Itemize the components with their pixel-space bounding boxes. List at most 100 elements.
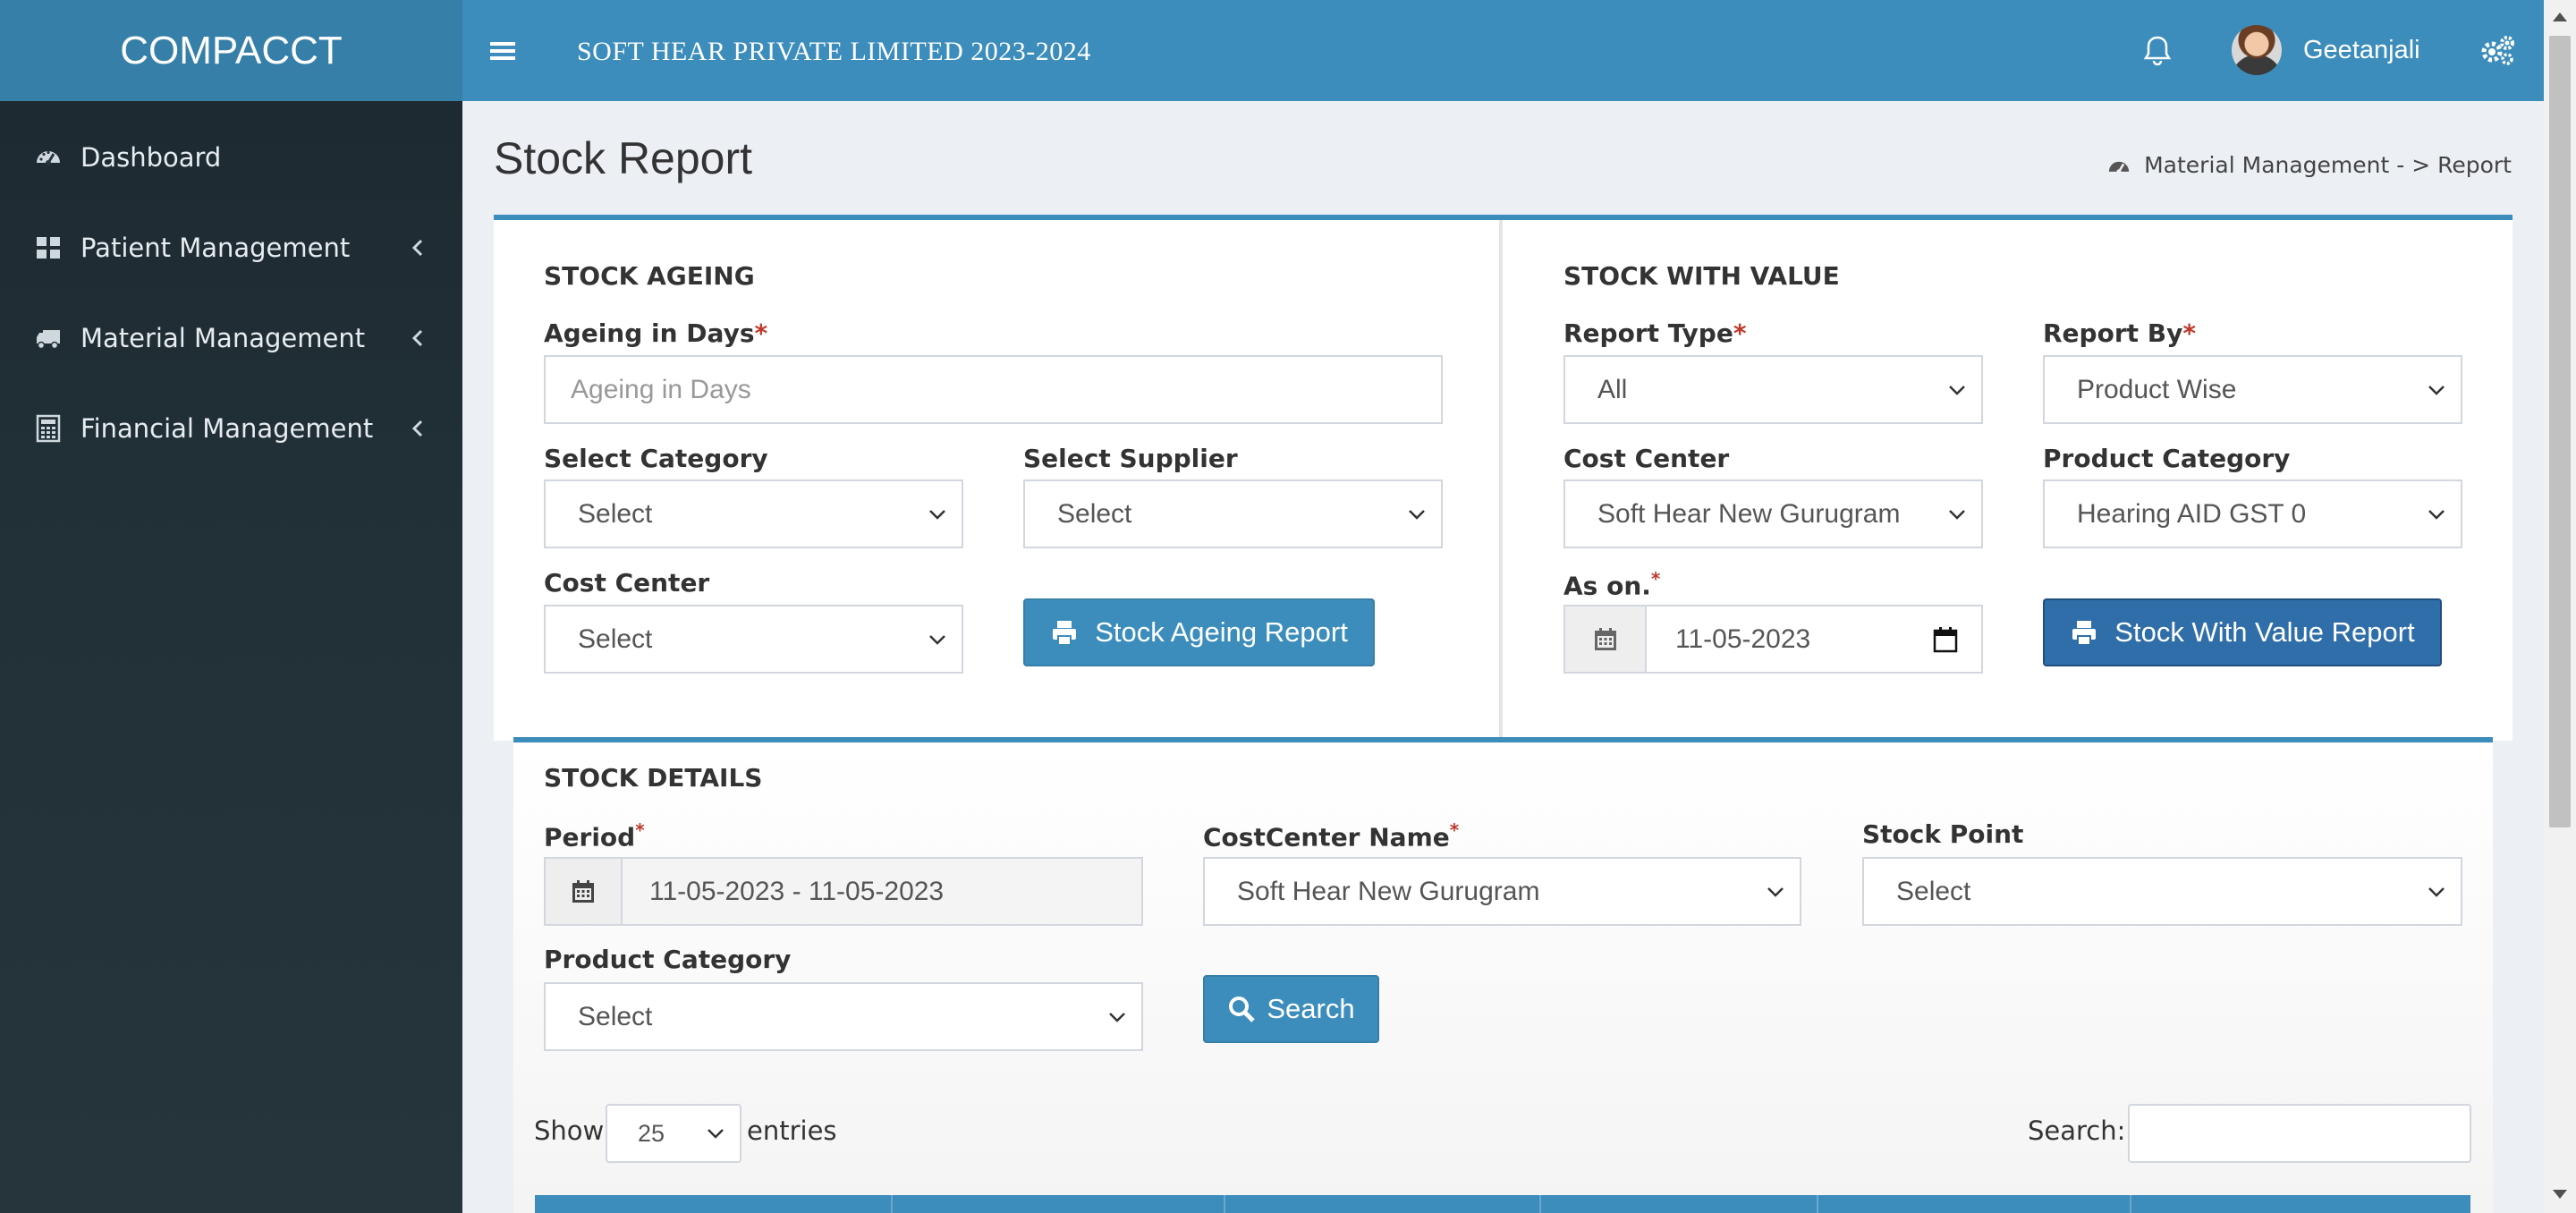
calculator-icon [36,414,61,442]
details-product-category-select[interactable]: Select [544,982,1143,1051]
breadcrumb-text[interactable]: Material Management - > Report [2144,152,2512,178]
chevron-down-icon [1409,509,1425,520]
top-navbar: SOFT HEAR PRIVATE LIMITED 2023-2024 Geet… [462,0,2544,101]
button-label: Search [1267,993,1355,1024]
print-icon [2072,621,2097,646]
product-category-label: Product Category [2043,444,2291,473]
sidebar-item-label: Dashboard [80,141,222,173]
select-value: Select [578,498,653,529]
select-supplier-label: Select Supplier [1023,444,1238,473]
details-cost-center-select[interactable]: Soft Hear New Gurugram [1203,857,1801,926]
value-cost-center-select[interactable]: Soft Hear New Gurugram [1563,479,1983,548]
entries-per-page-select[interactable]: 25 [606,1104,741,1163]
period-label: Period* [544,819,645,852]
chevron-down-icon [708,1129,724,1139]
gears-icon[interactable] [2479,34,2515,66]
stock-with-value-title: STOCK WITH VALUE [1563,261,1840,291]
select-value: 25 [638,1119,665,1147]
stock-point-select[interactable]: Select [1862,857,2462,926]
calendar-icon [1594,627,1616,650]
select-value: Select [1057,498,1132,529]
stock-ageing-title: STOCK AGEING [544,261,755,291]
hamburger-menu-icon[interactable] [489,38,516,64]
scrollbar-thumb[interactable] [2549,36,2571,827]
breadcrumb: Material Management - > Report [2106,152,2512,178]
chevron-down-icon [1949,385,1965,395]
ageing-cost-center-select[interactable]: Select [544,605,963,674]
avatar[interactable] [2232,25,2282,75]
scroll-up-arrow[interactable] [2553,13,2567,21]
stock-point-label: Stock Point [1862,819,2024,849]
report-by-select[interactable]: Product Wise [2043,355,2462,424]
column-separator [1224,1195,1225,1213]
ageing-days-input[interactable]: Ageing in Days [544,355,1443,424]
chevron-down-icon [1767,886,1784,897]
sidebar-item-label: Material Management [80,322,366,353]
calendar-addon [1563,605,1647,674]
user-name[interactable]: Geetanjali [2303,0,2420,101]
table-header [535,1195,2470,1213]
button-label: Stock Ageing Report [1095,616,1348,648]
chevron-down-icon [1109,1012,1125,1022]
calendar-icon [572,879,594,903]
column-separator [1817,1195,1818,1213]
chevron-down-icon [2428,886,2445,897]
select-value: Hearing AID GST 0 [2077,498,2307,529]
sidebar-item-dashboard[interactable]: Dashboard [0,112,462,202]
stock-with-value-report-button[interactable]: Stock With Value Report [2043,598,2442,666]
scroll-down-arrow[interactable] [2553,1190,2567,1199]
dashboard-icon [2108,161,2130,174]
sidebar-item-label: Financial Management [80,412,374,444]
sidebar-item-financial-management[interactable]: Financial Management [0,383,462,473]
select-category-label: Select Category [544,444,768,473]
chevron-left-icon [411,420,423,437]
vertical-scrollbar[interactable] [2544,0,2576,1213]
chevron-left-icon [411,329,423,346]
table-search-input[interactable] [2128,1104,2471,1163]
search-icon [1229,997,1256,1022]
period-range-input[interactable]: 11-05-2023 - 11-05-2023 [621,857,1143,926]
report-type-select[interactable]: All [1563,355,1983,424]
grid-icon [37,236,60,259]
select-value: Select [578,623,653,654]
search-button[interactable]: Search [1203,975,1379,1043]
product-category-label: Product Category [544,945,792,974]
bell-icon[interactable] [2142,34,2173,66]
sidebar-item-label: Patient Management [80,232,351,263]
ageing-supplier-select[interactable]: Select [1023,479,1443,548]
report-type-label: Report Type* [1563,318,1747,348]
chevron-down-icon [929,509,945,520]
cost-center-label: Cost Center [544,568,710,598]
table-search-label: Search: [2028,1115,2126,1146]
costcenter-name-label: CostCenter Name* [1203,819,1460,852]
as-on-date-input[interactable]: 11-05-2023 [1645,605,1983,674]
ageing-days-label: Ageing in Days* [544,318,768,348]
sidebar-item-material-management[interactable]: Material Management [0,293,462,383]
chevron-down-icon [1949,509,1965,520]
select-value: Soft Hear New Gurugram [1237,876,1540,906]
select-value: Select [578,1001,653,1031]
chevron-down-icon [2428,385,2445,395]
stock-ageing-report-button[interactable]: Stock Ageing Report [1023,598,1375,666]
select-value: Select [1896,876,1971,906]
select-value: All [1597,374,1628,404]
chevron-down-icon [929,634,945,645]
section-divider [1499,220,1503,737]
select-value: Soft Hear New Gurugram [1597,498,1901,529]
date-value: 11-05-2023 [1675,623,1811,654]
print-icon [1053,621,1077,646]
chevron-left-icon [411,239,423,256]
as-on-label: As on.* [1563,568,1661,601]
truck-icon [37,329,60,349]
app-logo[interactable]: COMPACCT [0,0,462,101]
select-value: Product Wise [2077,374,2237,404]
sidebar-item-patient-management[interactable]: Patient Management [0,202,462,293]
sidebar: Dashboard Patient Management Material Ma… [0,101,462,1213]
button-label: Stock With Value Report [2114,616,2415,648]
column-separator [1539,1195,1541,1213]
report-by-label: Report By* [2043,318,2197,348]
chevron-down-icon [2428,509,2445,520]
ageing-category-select[interactable]: Select [544,479,963,548]
calendar-picker-icon[interactable] [1933,626,1958,653]
value-product-category-select[interactable]: Hearing AID GST 0 [2043,479,2462,548]
